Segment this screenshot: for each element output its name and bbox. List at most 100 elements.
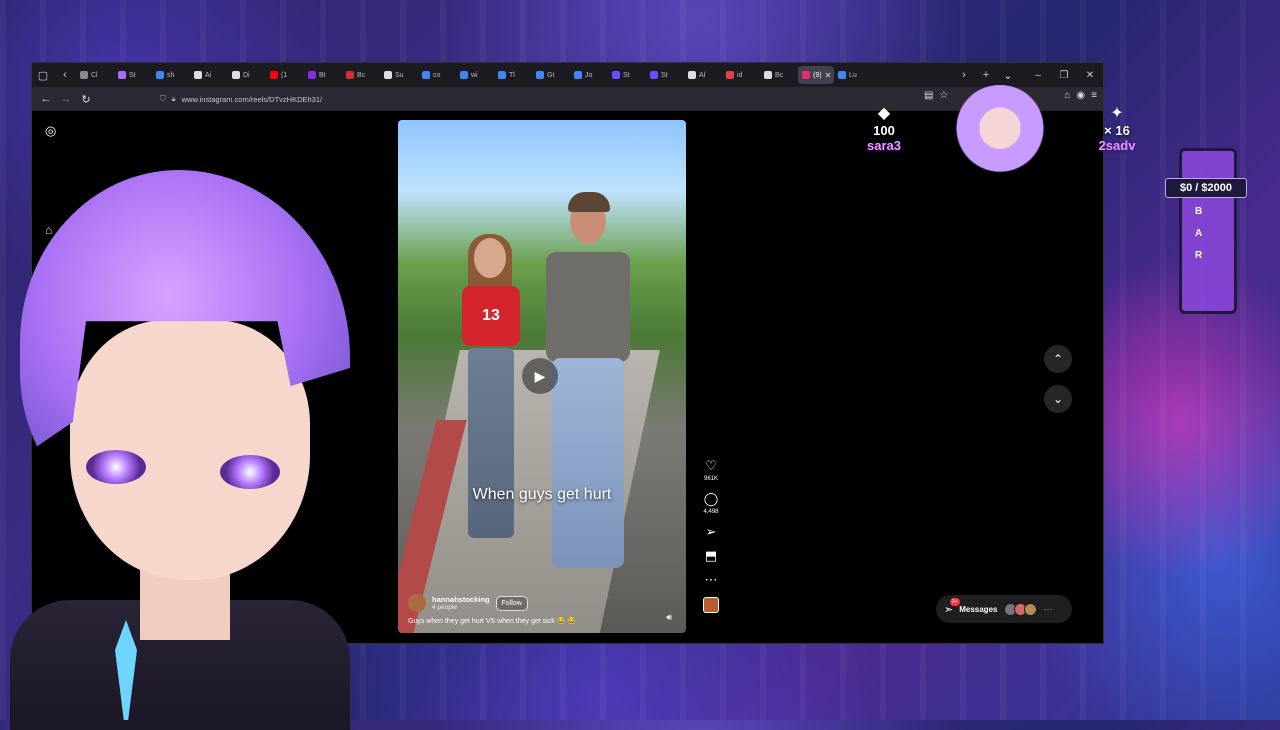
mascot-chibi bbox=[952, 85, 1048, 181]
browser-tab[interactable]: Al bbox=[684, 66, 722, 84]
browser-tab[interactable]: Lu bbox=[834, 66, 872, 84]
browser-tab[interactable]: Tl bbox=[494, 66, 532, 84]
tab-label: id bbox=[737, 71, 743, 79]
tab-favicon-icon bbox=[650, 71, 658, 79]
reel-video[interactable]: 13 ▶ When guys get hurt hannahstocking 4… bbox=[398, 120, 686, 633]
diamond-icon: ◆ bbox=[877, 105, 891, 122]
browser-tab[interactable]: (1 bbox=[266, 66, 304, 84]
send-icon: ➣ 9+ bbox=[944, 597, 960, 616]
tab-label: Bt bbox=[319, 71, 326, 79]
tab-label: Jo bbox=[585, 71, 593, 79]
forward-button[interactable]: → bbox=[56, 89, 76, 109]
tab-favicon-icon bbox=[270, 71, 278, 79]
extensions-icon[interactable]: ⌂ bbox=[1064, 90, 1070, 101]
profile-icon[interactable]: ◉ bbox=[1076, 90, 1085, 101]
author-avatar[interactable] bbox=[408, 594, 426, 612]
tab-favicon-icon bbox=[308, 71, 316, 79]
url-text[interactable]: www.instagram.com/reels/DTvzHKDEh31/ bbox=[182, 95, 322, 104]
browser-tab[interactable]: co bbox=[418, 66, 456, 84]
menu-icon[interactable]: ≡ bbox=[1091, 90, 1097, 101]
close-window-button[interactable]: ✕ bbox=[1077, 63, 1103, 87]
close-tab-icon[interactable]: ✕ bbox=[825, 71, 832, 80]
reel-description: Guys when they get hurt VS when they get… bbox=[408, 618, 577, 625]
tab-favicon-icon bbox=[460, 71, 468, 79]
tab-overview-icon[interactable]: ▢ bbox=[32, 63, 54, 87]
tab-label: St bbox=[661, 71, 668, 79]
bookmark-star-icon[interactable]: ☆ bbox=[939, 90, 948, 101]
tab-label: (9) bbox=[813, 71, 822, 79]
tab-label: (1 bbox=[281, 71, 288, 79]
previous-reel-button[interactable]: ⌃ bbox=[1044, 345, 1072, 373]
tab-label: sh bbox=[167, 71, 175, 79]
browser-tab[interactable]: Bt bbox=[304, 66, 342, 84]
play-icon[interactable]: ▶ bbox=[522, 358, 558, 394]
tab-favicon-icon bbox=[80, 71, 88, 79]
tab-favicon-icon bbox=[802, 71, 810, 79]
tab-favicon-icon bbox=[384, 71, 392, 79]
tab-bar: ▢ ‹ Cl St sh Ai Di (1 Bt Bc Su co wi Tl Gt Jo St St Al id… bbox=[32, 63, 1103, 87]
next-reel-button[interactable]: ⌄ bbox=[1044, 385, 1072, 413]
tab-favicon-icon bbox=[536, 71, 544, 79]
maximize-button[interactable]: ❐ bbox=[1051, 63, 1077, 87]
browser-tab[interactable]: Su bbox=[380, 66, 418, 84]
browser-tab[interactable]: St bbox=[608, 66, 646, 84]
tab-label: Ai bbox=[205, 71, 212, 79]
collaborators-count[interactable]: 4 people bbox=[432, 604, 490, 611]
browser-tab[interactable]: (9) ✕ bbox=[798, 66, 834, 84]
lock-icon[interactable]: 🔒︎ bbox=[172, 94, 176, 104]
share-icon[interactable]: ➢ bbox=[706, 525, 717, 539]
more-options-icon[interactable]: ⋯ bbox=[705, 573, 718, 587]
browser-tab[interactable]: id bbox=[722, 66, 760, 84]
volume-icon[interactable]: 🔊︎ bbox=[666, 612, 672, 623]
messages-badge: 9+ bbox=[950, 597, 960, 606]
tab-favicon-icon bbox=[688, 71, 696, 79]
browser-tab[interactable]: Bc bbox=[342, 66, 380, 84]
tab-label: Lu bbox=[849, 71, 857, 79]
address-bar[interactable]: ⛉ 🔒︎ www.instagram.com/reels/DTvzHKDEh31… bbox=[160, 90, 940, 108]
save-bookmark-icon[interactable]: ⬒ bbox=[705, 549, 717, 563]
browser-tab[interactable]: St bbox=[646, 66, 684, 84]
like-heart-icon[interactable]: ♡ bbox=[705, 459, 717, 473]
browser-tab[interactable]: Jo bbox=[570, 66, 608, 84]
browser-tab[interactable]: St bbox=[114, 66, 152, 84]
browser-tab[interactable]: Cl bbox=[76, 66, 114, 84]
reload-button[interactable]: ↻ bbox=[76, 89, 96, 109]
minimize-button[interactable]: – bbox=[1025, 63, 1051, 87]
new-tab-button[interactable]: + bbox=[975, 63, 997, 87]
donation-bar-widget: $0 / $2000 B A R bbox=[1165, 148, 1247, 314]
reader-view-icon[interactable]: ▤ bbox=[924, 90, 933, 101]
browser-tab[interactable]: wi bbox=[456, 66, 494, 84]
bar-letter-b: B bbox=[1195, 206, 1203, 217]
tab-label: Di bbox=[243, 71, 250, 79]
browser-tab[interactable]: Di bbox=[228, 66, 266, 84]
tab-favicon-icon bbox=[346, 71, 354, 79]
browser-tab[interactable]: sh bbox=[152, 66, 190, 84]
tab-scroll-right-icon[interactable]: › bbox=[953, 63, 975, 87]
instagram-logo-icon[interactable]: ◎ bbox=[45, 123, 56, 139]
tab-favicon-icon bbox=[156, 71, 164, 79]
tab-list-button[interactable]: ⌄ bbox=[997, 63, 1019, 87]
browser-tab[interactable]: Bc bbox=[760, 66, 798, 84]
tab-label: wi bbox=[471, 71, 478, 79]
back-button[interactable]: ← bbox=[36, 89, 56, 109]
author-row: hannahstocking 4 people Follow bbox=[408, 594, 528, 612]
top-gifter-stat: ◆ 100 sara3 bbox=[862, 103, 906, 153]
tab-label: Tl bbox=[509, 71, 515, 79]
messages-button[interactable]: ➣ 9+ Messages ⋯ bbox=[936, 595, 1072, 623]
like-count: 961K bbox=[703, 476, 718, 482]
tab-favicon-icon bbox=[194, 71, 202, 79]
author-name[interactable]: hannahstocking bbox=[432, 595, 490, 604]
browser-tab[interactable]: Gt bbox=[532, 66, 570, 84]
comment-icon[interactable]: ◯ bbox=[704, 492, 719, 506]
reel-navigation: ⌃ ⌄ bbox=[1044, 345, 1072, 425]
tab-scroll-left-icon[interactable]: ‹ bbox=[54, 63, 76, 87]
tab-label: Cl bbox=[91, 71, 98, 79]
tab-favicon-icon bbox=[232, 71, 240, 79]
shield-icon[interactable]: ⛉ bbox=[160, 94, 166, 104]
tab-favicon-icon bbox=[612, 71, 620, 79]
follow-button[interactable]: Follow bbox=[495, 595, 528, 611]
browser-tab[interactable]: Ai bbox=[190, 66, 228, 84]
combo-stat: ✦ × 16 2sadv bbox=[1092, 103, 1142, 153]
audio-thumbnail[interactable] bbox=[703, 597, 719, 613]
message-avatars bbox=[1004, 602, 1038, 616]
